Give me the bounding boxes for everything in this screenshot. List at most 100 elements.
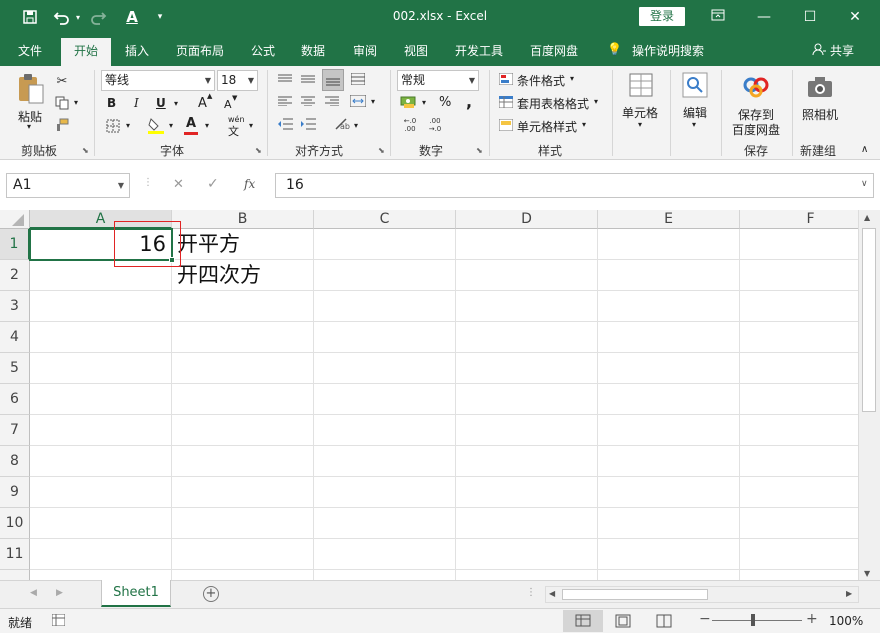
cut-icon[interactable]: ✂ bbox=[52, 72, 72, 90]
row-header-4[interactable]: 4 bbox=[0, 322, 30, 353]
row-header-7[interactable]: 7 bbox=[0, 415, 30, 446]
row-header-5[interactable]: 5 bbox=[0, 353, 30, 384]
camera-icon[interactable] bbox=[804, 72, 836, 102]
row-header-6[interactable]: 6 bbox=[0, 384, 30, 415]
horizontal-scrollbar[interactable]: ◀ ▶ bbox=[545, 586, 859, 603]
add-sheet-button[interactable]: + bbox=[203, 586, 219, 602]
sheet-tab-sheet1[interactable]: Sheet1 bbox=[101, 580, 171, 607]
column-header-e[interactable]: E bbox=[598, 210, 740, 229]
zoom-slider-track[interactable] bbox=[712, 620, 802, 621]
tab-baidu[interactable]: 百度网盘 bbox=[530, 42, 578, 59]
share-button[interactable]: 共享 bbox=[830, 42, 854, 59]
decrease-decimal-icon[interactable]: .00 →.0 bbox=[425, 116, 445, 134]
dialog-launcher-icon[interactable]: ⬊ bbox=[476, 146, 483, 155]
expand-formula-icon[interactable]: ∨ bbox=[861, 179, 868, 189]
camera-button[interactable]: 照相机 bbox=[802, 106, 838, 123]
tab-split-handle-icon[interactable]: ⋮ bbox=[526, 587, 536, 598]
row-header-3[interactable]: 3 bbox=[0, 291, 30, 322]
zoom-slider-thumb[interactable] bbox=[751, 614, 755, 626]
align-middle-icon[interactable] bbox=[299, 72, 317, 86]
scroll-down-icon[interactable]: ▼ bbox=[864, 569, 870, 578]
merge-center-icon[interactable] bbox=[348, 94, 368, 108]
align-right-icon[interactable] bbox=[323, 94, 341, 108]
scroll-thumb[interactable] bbox=[862, 228, 876, 412]
align-center-icon[interactable] bbox=[299, 94, 317, 108]
table-dropdown-icon[interactable]: ▾ bbox=[594, 97, 598, 106]
cancel-icon[interactable]: ✕ bbox=[173, 177, 184, 192]
row-header-2[interactable]: 2 bbox=[0, 260, 30, 291]
number-format-select[interactable]: 常规 ▼ bbox=[397, 70, 479, 91]
tab-page-layout[interactable]: 页面布局 bbox=[176, 42, 224, 59]
baidu-pan-label[interactable]: 百度网盘 bbox=[732, 121, 780, 138]
scroll-up-icon[interactable]: ▲ bbox=[864, 213, 870, 222]
page-break-view-icon[interactable] bbox=[656, 614, 672, 628]
select-all-corner[interactable] bbox=[0, 210, 30, 229]
tab-review[interactable]: 审阅 bbox=[353, 42, 377, 59]
text-direction-icon[interactable]: ab bbox=[332, 116, 352, 132]
orientation-dropdown-icon[interactable]: ▾ bbox=[354, 121, 358, 130]
next-sheet-icon[interactable]: ▶ bbox=[56, 588, 63, 598]
format-as-table-button[interactable]: 套用表格格式 bbox=[517, 95, 589, 112]
baidu-cloud-icon[interactable] bbox=[740, 72, 772, 102]
conditional-dropdown-icon[interactable]: ▾ bbox=[570, 74, 574, 83]
comma-button[interactable]: , bbox=[466, 92, 472, 111]
borders-dropdown-icon[interactable]: ▾ bbox=[126, 121, 130, 130]
tab-data[interactable]: 数据 bbox=[301, 42, 325, 59]
worksheet-grid[interactable]: A B C D E F 1 2 3 4 5 6 7 8 9 10 11 16 开… bbox=[0, 210, 858, 580]
tab-file[interactable]: 文件 bbox=[18, 42, 42, 59]
scroll-left-icon[interactable]: ◀ bbox=[549, 589, 555, 598]
zoom-level[interactable]: 100% bbox=[829, 614, 863, 628]
ribbon-display-icon[interactable] bbox=[703, 6, 733, 28]
accounting-format-icon[interactable] bbox=[399, 94, 419, 110]
grow-font-button[interactable]: A bbox=[198, 96, 207, 111]
cell-b2[interactable]: 开四次方 bbox=[177, 260, 261, 291]
fill-color-icon[interactable] bbox=[146, 116, 166, 134]
column-header-f[interactable]: F bbox=[740, 210, 858, 229]
column-header-c[interactable]: C bbox=[314, 210, 456, 229]
zoom-out-button[interactable]: − bbox=[699, 611, 711, 627]
prev-sheet-icon[interactable]: ◀ bbox=[30, 588, 37, 598]
copy-dropdown-icon[interactable]: ▾ bbox=[74, 98, 78, 107]
formula-input[interactable]: 16 bbox=[275, 173, 874, 198]
align-top-icon[interactable] bbox=[276, 72, 294, 86]
bold-button[interactable]: B bbox=[107, 96, 116, 110]
insert-function-icon[interactable]: fx bbox=[244, 177, 255, 191]
font-name-select[interactable]: 等线 ▼ bbox=[101, 70, 215, 91]
merge-dropdown-icon[interactable]: ▾ bbox=[371, 97, 375, 106]
chevron-down-icon[interactable]: ▼ bbox=[118, 174, 124, 197]
cell-styles-dropdown-icon[interactable]: ▾ bbox=[582, 120, 586, 129]
font-color-button[interactable]: A bbox=[186, 116, 196, 131]
conditional-format-icon[interactable] bbox=[498, 72, 514, 86]
cell-b1[interactable]: 开平方 bbox=[177, 229, 240, 260]
percent-button[interactable]: % bbox=[439, 95, 451, 110]
name-box[interactable]: A1 ▼ bbox=[6, 173, 130, 198]
search-icon[interactable] bbox=[679, 70, 711, 100]
tab-insert[interactable]: 插入 bbox=[125, 42, 149, 59]
h-scroll-thumb[interactable] bbox=[562, 589, 708, 600]
macro-record-icon[interactable] bbox=[51, 613, 66, 627]
align-bottom-icon[interactable] bbox=[322, 69, 344, 91]
borders-icon[interactable] bbox=[104, 118, 122, 134]
accounting-dropdown-icon[interactable]: ▾ bbox=[422, 98, 426, 107]
tab-view[interactable]: 视图 bbox=[404, 42, 428, 59]
maximize-button[interactable]: ☐ bbox=[795, 6, 825, 28]
format-painter-icon[interactable] bbox=[52, 116, 72, 134]
row-header-10[interactable]: 10 bbox=[0, 508, 30, 539]
page-layout-view-icon[interactable] bbox=[615, 614, 631, 628]
scroll-right-icon[interactable]: ▶ bbox=[846, 589, 852, 598]
align-left-icon[interactable] bbox=[276, 94, 294, 108]
cells-icon[interactable] bbox=[625, 70, 657, 100]
tab-home[interactable]: 开始 bbox=[61, 38, 111, 66]
paste-dropdown-icon[interactable]: ▾ bbox=[27, 122, 31, 131]
format-as-table-icon[interactable] bbox=[498, 95, 514, 109]
dialog-launcher-icon[interactable]: ⬊ bbox=[378, 146, 385, 155]
column-header-b[interactable]: B bbox=[172, 210, 314, 229]
vertical-scrollbar[interactable]: ▲ ▼ bbox=[858, 210, 880, 582]
cell-styles-button[interactable]: 单元格样式 bbox=[517, 118, 577, 135]
dialog-launcher-icon[interactable]: ⬊ bbox=[255, 146, 262, 155]
cells-button[interactable]: 单元格 bbox=[622, 104, 658, 121]
zoom-in-button[interactable]: + bbox=[806, 611, 818, 627]
decrease-indent-icon[interactable] bbox=[276, 116, 294, 132]
dialog-launcher-icon[interactable]: ⬊ bbox=[82, 146, 89, 155]
phonetic-dropdown-icon[interactable]: ▾ bbox=[249, 121, 253, 130]
